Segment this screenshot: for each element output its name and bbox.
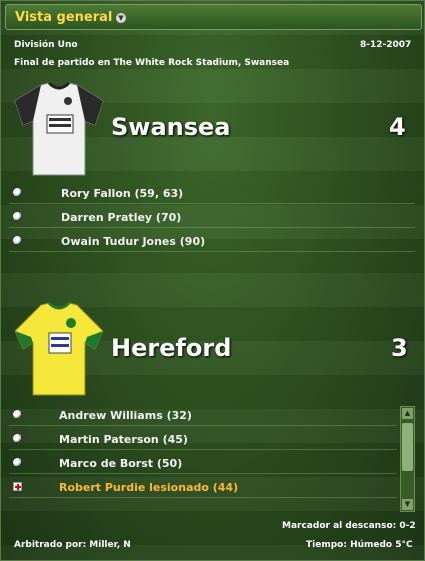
- scorer-text[interactable]: Rory Fallon (59, 63): [61, 187, 183, 200]
- scroll-down-icon[interactable]: ▼: [402, 499, 413, 510]
- referee-info: Arbitrado por: Miller, N: [14, 540, 131, 550]
- away-team-name[interactable]: Hereford: [111, 334, 231, 362]
- goal-ball-icon: [13, 188, 22, 197]
- away-score: 3: [391, 334, 408, 362]
- halftime-score: Marcador al descanso: 0-2: [282, 521, 416, 531]
- match-date: 8-12-2007: [360, 40, 412, 50]
- scorer-text[interactable]: Martin Paterson (45): [59, 433, 188, 446]
- events-scrollbar[interactable]: ▲ ▼: [400, 406, 415, 512]
- list-item: Robert Purdie lesionado (44): [9, 477, 397, 498]
- list-item: Rory Fallon (59, 63): [9, 183, 415, 204]
- goal-ball-icon: [13, 410, 22, 419]
- match-description: Final de partido en The White Rock Stadi…: [14, 58, 290, 68]
- scorer-text[interactable]: Andrew Williams (32): [59, 409, 192, 422]
- dropdown-arrow-icon[interactable]: ▼: [116, 13, 126, 23]
- injury-text[interactable]: Robert Purdie lesionado (44): [59, 481, 238, 494]
- panel-title: Vista general: [15, 10, 113, 25]
- list-item: Andrew Williams (32): [9, 405, 397, 426]
- injury-cross-icon: [13, 482, 22, 491]
- home-score: 4: [389, 113, 406, 141]
- scorer-text[interactable]: Marco de Borst (50): [59, 457, 182, 470]
- home-team-name[interactable]: Swansea: [111, 113, 231, 141]
- goal-ball-icon: [13, 236, 22, 245]
- scroll-up-icon[interactable]: ▲: [402, 408, 413, 419]
- list-item: Owain Tudur Jones (90): [9, 231, 415, 252]
- goal-ball-icon: [13, 458, 22, 467]
- list-item: Marco de Borst (50): [9, 453, 397, 474]
- match-overview-panel: Vista general ▼ División Uno 8-12-2007 F…: [0, 0, 425, 561]
- weather-info: Tiempo: Húmedo 5°C: [306, 540, 413, 550]
- scorer-text[interactable]: Owain Tudur Jones (90): [61, 235, 205, 248]
- scorer-text[interactable]: Darren Pratley (70): [61, 211, 181, 224]
- competition-name: División Uno: [14, 40, 78, 50]
- home-shirt-icon: [13, 81, 105, 177]
- list-item: Martin Paterson (45): [9, 429, 397, 450]
- title-bar[interactable]: Vista general ▼: [5, 4, 422, 30]
- scroll-thumb[interactable]: [402, 423, 413, 471]
- goal-ball-icon: [13, 212, 22, 221]
- list-item: Darren Pratley (70): [9, 207, 415, 228]
- away-shirt-icon: [13, 301, 105, 397]
- goal-ball-icon: [13, 434, 22, 443]
